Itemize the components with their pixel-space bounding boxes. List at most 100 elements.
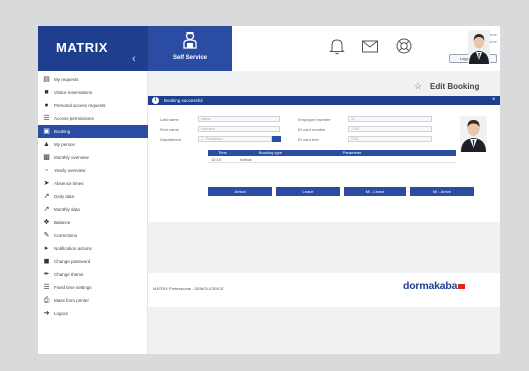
wrench-icon: ✎ bbox=[43, 232, 50, 239]
person-icon: ▲ bbox=[43, 141, 50, 148]
sidebar-item-label: Monthly data bbox=[54, 207, 80, 212]
footer-license-text: MATRIX Professional - DEMOLICENCE bbox=[153, 286, 224, 291]
leave-button[interactable]: Leave bbox=[276, 187, 340, 196]
mi-arrive-button[interactable]: Mi - Arrive bbox=[410, 187, 474, 196]
self-service-label: Self Service bbox=[172, 55, 208, 61]
sidebar-item-visitor-reservations[interactable]: ■ Visitor reservations bbox=[38, 86, 148, 99]
sidebar: ▤ My requests ■ Visitor reservations ● P… bbox=[38, 71, 148, 354]
sidebar-item-label: Logout bbox=[54, 311, 68, 316]
sidebar-item-label: Daily data bbox=[54, 194, 75, 199]
id-card-text-label: ID card text bbox=[298, 137, 319, 142]
main-content: ☆ Edit Booking i Booking successful × La… bbox=[148, 71, 500, 354]
list-icon: ☰ bbox=[43, 115, 50, 122]
balance-icon: ❖ bbox=[43, 219, 50, 226]
sidebar-item-access-permissions[interactable]: ☰ Access permissions bbox=[38, 112, 148, 125]
sidebar-item-label: Change theme bbox=[54, 272, 84, 277]
booking-icon: ▣ bbox=[43, 128, 50, 135]
app-window: MATRIX ‹ Self Service Wooden Name Name L… bbox=[38, 26, 500, 354]
info-icon: i bbox=[152, 97, 159, 104]
cell-parameter bbox=[304, 156, 400, 162]
bell-icon[interactable] bbox=[327, 36, 347, 56]
sidebar-item-yearly-overview[interactable]: ▫ Yearly overview bbox=[38, 164, 148, 177]
sidebar-item-change-password[interactable]: ◼ Change password bbox=[38, 255, 148, 268]
dialog-title: Booking successful bbox=[164, 98, 203, 103]
employee-number-field[interactable]: 11 bbox=[348, 116, 432, 122]
sidebar-item-label: Absence times bbox=[54, 181, 84, 186]
close-icon[interactable]: × bbox=[492, 97, 496, 103]
sidebar-item-booking[interactable]: ▣ Booking bbox=[38, 125, 148, 138]
logout-icon: ➜ bbox=[43, 310, 50, 317]
header-toolbar: Wooden Name Name Logoff in 5 min bbox=[232, 26, 500, 71]
dormakaba-logo: dormakaba bbox=[403, 280, 466, 292]
footer: MATRIX Professional - DEMOLICENCE dormak… bbox=[148, 273, 500, 307]
megaphone-icon: ▸ bbox=[44, 245, 49, 252]
booking-dialog: i Booking successful × Last name Name Fi… bbox=[148, 96, 500, 222]
inbox-icon: ▤ bbox=[43, 76, 50, 83]
sidebar-item-logout[interactable]: ➜ Logout bbox=[38, 307, 148, 320]
brush-icon: ✒ bbox=[43, 271, 50, 278]
cell-time: 12:10 bbox=[211, 157, 222, 162]
visitor-icon: ■ bbox=[44, 89, 49, 96]
dialog-titlebar: i Booking successful × bbox=[148, 96, 500, 105]
people-icon: ● bbox=[44, 102, 49, 109]
sidebar-item-label: Personal access requests bbox=[54, 103, 106, 108]
sidebar-item-label: Access permissions bbox=[54, 116, 94, 121]
department-select[interactable]: 1 - Production bbox=[198, 136, 272, 142]
sidebar-item-label: Monthly overview bbox=[54, 155, 89, 160]
department-dropdown-button[interactable] bbox=[272, 136, 281, 142]
lock-icon: ◼ bbox=[43, 258, 50, 265]
sidebar-item-label: Fixed time settings bbox=[54, 285, 92, 290]
cell-empty bbox=[400, 156, 456, 162]
dormakaba-logo-mark bbox=[458, 283, 466, 289]
sidebar-item-fixed-time-settings[interactable]: ☰ Fixed time settings bbox=[38, 281, 148, 294]
mi-leave-button[interactable]: Mi - Leave bbox=[344, 187, 406, 196]
sidebar-item-label: Change password bbox=[54, 259, 91, 264]
avatar[interactable] bbox=[468, 30, 490, 64]
sidebar-item-label: My requests bbox=[54, 77, 79, 82]
self-service-person-icon bbox=[183, 31, 197, 49]
plane-icon: ➤ bbox=[43, 180, 50, 187]
sidebar-item-label: My person bbox=[54, 142, 76, 147]
bars-icon: ▫ bbox=[45, 167, 48, 174]
last-name-field[interactable]: Name bbox=[198, 116, 280, 122]
settings-icon: ☰ bbox=[43, 284, 50, 291]
last-name-label: Last name bbox=[160, 117, 179, 122]
sidebar-item-monthly-data[interactable]: ↗ Monthly data bbox=[38, 203, 148, 216]
sidebar-item-my-person[interactable]: ▲ My person bbox=[38, 138, 148, 151]
sidebar-item-mass-form-printer[interactable]: ⎙ Mass form printer bbox=[38, 294, 148, 307]
sidebar-item-my-requests[interactable]: ▤ My requests bbox=[38, 73, 148, 86]
first-name-label: First name bbox=[160, 127, 179, 132]
sidebar-item-label: Mass form printer bbox=[54, 298, 90, 303]
arrival-button[interactable]: Arrival bbox=[208, 187, 272, 196]
lifebuoy-icon[interactable] bbox=[394, 36, 414, 56]
table-row[interactable]: 12:10 Arrival bbox=[208, 156, 456, 163]
id-card-number-field[interactable]: 2100 bbox=[348, 126, 432, 132]
sidebar-item-daily-data[interactable]: ↗ Daily data bbox=[38, 190, 148, 203]
first-name-field[interactable]: Vorname bbox=[198, 126, 280, 132]
self-service-tab[interactable]: Self Service bbox=[148, 26, 232, 71]
sidebar-item-monthly-overview[interactable]: ▩ Monthly overview bbox=[38, 151, 148, 164]
employee-photo bbox=[460, 116, 487, 152]
chevron-left-icon[interactable]: ‹ bbox=[132, 53, 136, 65]
daily-icon: ↗ bbox=[43, 193, 50, 200]
sidebar-item-label: Yearly overview bbox=[54, 168, 86, 173]
page-title: Edit Booking bbox=[430, 82, 480, 91]
sidebar-item-personal-access-requests[interactable]: ● Personal access requests bbox=[38, 99, 148, 112]
sidebar-item-change-theme[interactable]: ✒ Change theme bbox=[38, 268, 148, 281]
sidebar-item-label: Balance bbox=[54, 220, 71, 225]
brand-logo: MATRIX bbox=[56, 40, 108, 55]
chart-icon: ▩ bbox=[43, 154, 50, 161]
sidebar-item-corrections[interactable]: ✎ Corrections bbox=[38, 229, 148, 242]
id-card-text-field[interactable]: 2101 bbox=[348, 136, 432, 142]
sidebar-item-absence-times[interactable]: ➤ Absence times bbox=[38, 177, 148, 190]
sidebar-item-notification-actions[interactable]: ▸ Notification actions bbox=[38, 242, 148, 255]
department-label: Department bbox=[160, 137, 181, 142]
sidebar-item-balance[interactable]: ❖ Balance bbox=[38, 216, 148, 229]
cell-booking-type: Arrival bbox=[240, 157, 252, 162]
booking-table: Time Booking type Parameter 12:10 Arriva… bbox=[208, 150, 456, 170]
employee-number-label: Employee number bbox=[298, 117, 331, 122]
id-card-number-label: ID card number bbox=[298, 127, 326, 132]
mail-icon[interactable] bbox=[360, 36, 380, 56]
sidebar-item-label: Notification actions bbox=[54, 246, 92, 251]
star-icon[interactable]: ☆ bbox=[414, 81, 422, 92]
